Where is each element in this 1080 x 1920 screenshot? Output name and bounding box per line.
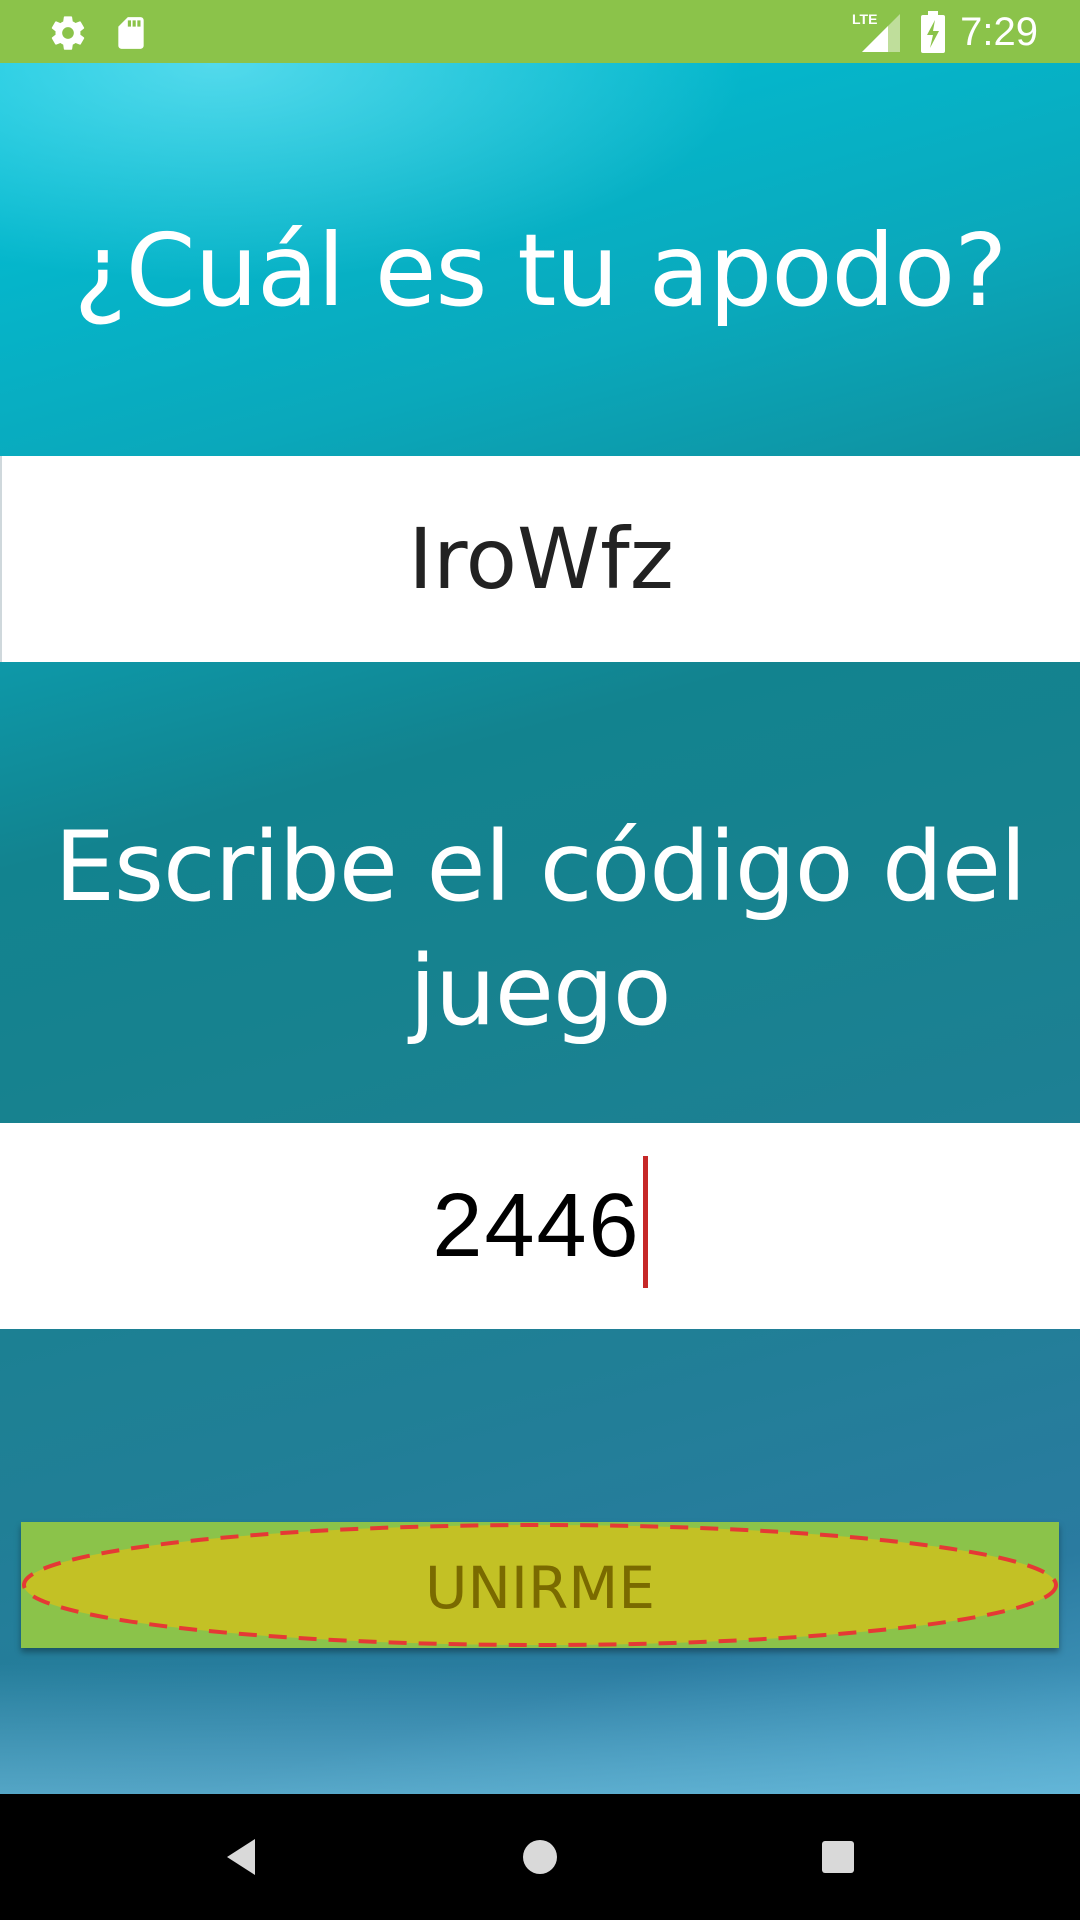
join-button-label: UNIRME (425, 1554, 655, 1622)
app-screen: LTE 7:29 ¿Cuál es tu apodo? IroWfz Escri… (0, 0, 1080, 1920)
svg-text:LTE: LTE (852, 11, 877, 27)
home-icon[interactable] (505, 1822, 575, 1892)
signal-icon: LTE (850, 10, 902, 58)
status-bar: LTE 7:29 (0, 0, 1080, 63)
back-icon[interactable] (206, 1822, 276, 1892)
battery-charging-icon (920, 11, 946, 57)
text-cursor (642, 1156, 648, 1288)
nickname-value: IroWfz (408, 510, 674, 608)
game-code-input[interactable]: 2446 (0, 1123, 1080, 1329)
game-code-wrap: 2446 (432, 1156, 648, 1292)
recents-icon[interactable] (803, 1822, 873, 1892)
nickname-input[interactable]: IroWfz (0, 456, 1080, 662)
game-code-value: 2446 (432, 1176, 641, 1276)
navigation-bar (0, 1794, 1080, 1920)
settings-icon (48, 13, 88, 57)
nickname-title: ¿Cuál es tu apodo? (73, 212, 1008, 329)
join-game-screen: ¿Cuál es tu apodo? IroWfz Escribe el cód… (0, 63, 1080, 1794)
status-time: 7:29 (960, 10, 1038, 54)
join-button[interactable]: UNIRME (21, 1522, 1059, 1648)
game-code-title: Escribe el código del juego (54, 811, 1026, 1047)
sd-card-icon (112, 13, 150, 57)
